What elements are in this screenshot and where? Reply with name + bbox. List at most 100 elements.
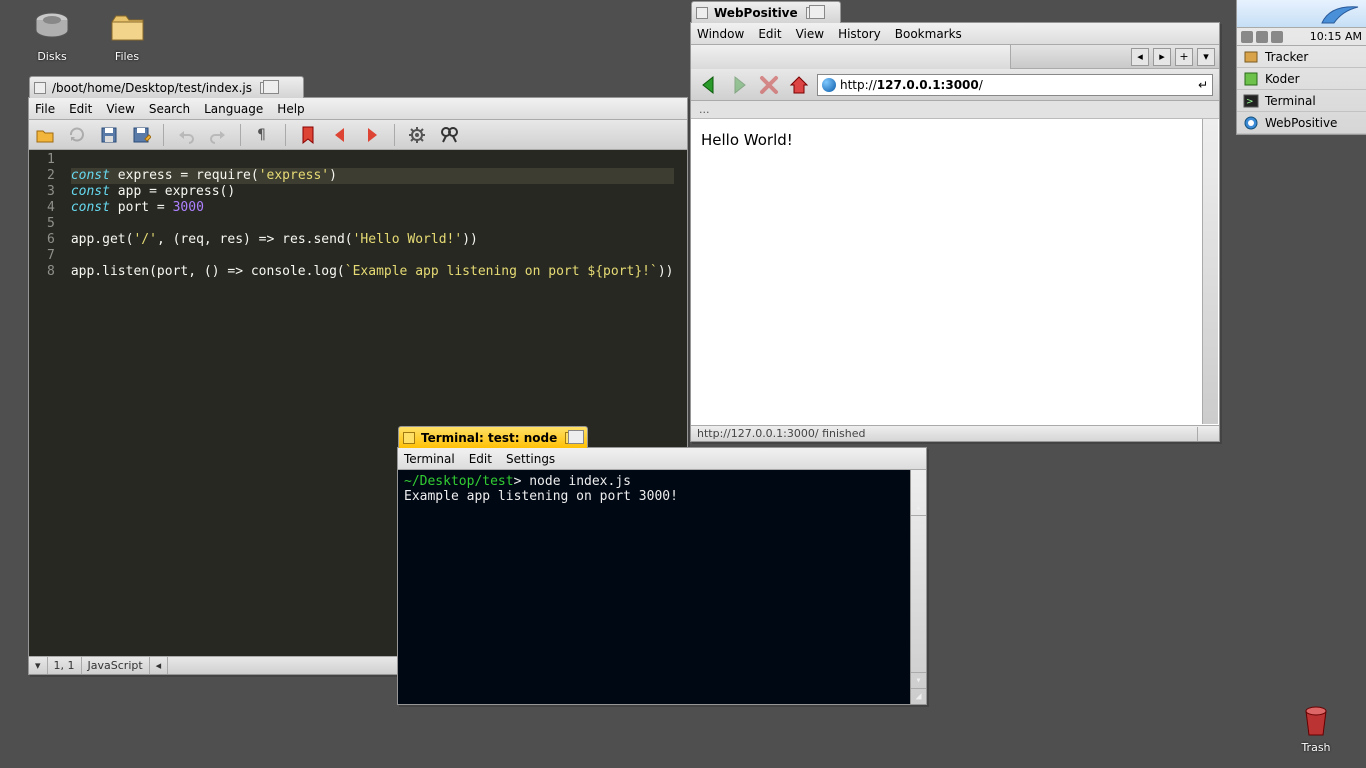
trash-icon [1296,699,1336,739]
zoom-button[interactable] [260,82,274,94]
stop-button[interactable] [757,73,781,97]
close-button[interactable] [403,432,415,444]
webpositive-window: WebPositive Window Edit View History Boo… [690,22,1220,442]
web-menubar: Window Edit View History Bookmarks [691,23,1219,45]
menu-window[interactable]: Window [697,27,744,41]
tray-icons[interactable] [1241,31,1283,43]
webpositive-icon [1243,115,1259,131]
forward-button[interactable] [727,73,751,97]
terminal-menubar: Terminal Edit Settings [398,448,926,470]
whitespace-icon[interactable]: ¶ [253,125,273,145]
deskbar-app-koder[interactable]: Koder [1237,68,1366,90]
tab-scroll-right[interactable]: ▸ [1153,48,1171,66]
web-tabstrip: ◂ ▸ + ▾ [691,45,1219,69]
home-button[interactable] [787,73,811,97]
zoom-button[interactable] [565,432,579,444]
web-scrollbar[interactable] [1202,119,1218,424]
undo-icon[interactable] [176,125,196,145]
prev-bookmark-icon[interactable] [330,125,350,145]
scroll-up-icon[interactable]: ▴ [911,500,926,516]
desktop-icon-disks[interactable]: Disks [20,8,84,63]
svg-text:>: > [1246,97,1254,107]
preferences-icon[interactable] [407,125,427,145]
tab-menu-button[interactable]: ▾ [1197,48,1215,66]
folder-icon [107,8,147,48]
zoom-button[interactable] [806,7,820,19]
desktop-icon-label: Disks [37,50,66,63]
url-bar[interactable]: http://127.0.0.1:3000/ ↵ [817,74,1213,96]
open-icon[interactable] [35,125,55,145]
deskbar: 10:15 AM Tracker Koder > Terminal WebPos… [1236,0,1366,135]
koder-titlebar[interactable]: /boot/home/Desktop/test/index.js [29,76,304,98]
terminal-window: Terminal: test: node Terminal Edit Setti… [397,447,927,705]
desktop-icon-files[interactable]: Files [95,8,159,63]
resize-handle[interactable]: ◢ [911,688,926,704]
desktop-icon-trash[interactable]: Trash [1284,699,1348,754]
go-button[interactable]: ↵ [1198,78,1208,92]
terminal-body[interactable]: ~/Desktop/test> node index.js Example ap… [398,470,926,704]
close-button[interactable] [34,82,46,94]
deskbar-app-tracker[interactable]: Tracker [1237,46,1366,68]
menu-terminal[interactable]: Terminal [404,452,455,466]
deskbar-app-label: Terminal [1265,94,1316,108]
url-text[interactable]: http://127.0.0.1:3000/ [840,78,1194,92]
deskbar-app-terminal[interactable]: > Terminal [1237,90,1366,112]
deskbar-tray: 10:15 AM [1237,28,1366,46]
menu-help[interactable]: Help [277,102,304,116]
browser-tab[interactable] [691,45,1011,69]
koder-title: /boot/home/Desktop/test/index.js [52,81,252,95]
svg-text:¶: ¶ [257,127,266,143]
web-statusbar: http://127.0.0.1:3000/ finished [691,425,1219,441]
menu-edit[interactable]: Edit [758,27,781,41]
desktop-icon-label: Trash [1301,741,1330,754]
terminal-icon: > [1243,93,1259,109]
next-bookmark-icon[interactable] [362,125,382,145]
koder-toolbar: ¶ [29,120,687,150]
resize-handle[interactable] [1197,427,1213,441]
new-tab-button[interactable]: + [1175,48,1193,66]
globe-icon [822,78,836,92]
web-breadcrumb[interactable]: ... [691,101,1219,119]
menu-settings[interactable]: Settings [506,452,555,466]
web-title: WebPositive [714,6,798,20]
koder-menubar: File Edit View Search Language Help [29,98,687,120]
bookmark-icon[interactable] [298,125,318,145]
terminal-scrollbar[interactable]: ▴ ▾ ◢ [910,470,926,704]
menu-view[interactable]: View [796,27,824,41]
find-icon[interactable] [439,125,459,145]
terminal-title: Terminal: test: node [421,431,557,445]
disk-icon [32,8,72,48]
menu-bookmarks[interactable]: Bookmarks [895,27,962,41]
menu-file[interactable]: File [35,102,55,116]
deskbar-leaf-button[interactable] [1237,0,1366,28]
menu-language[interactable]: Language [204,102,263,116]
menu-history[interactable]: History [838,27,881,41]
save-as-icon[interactable] [131,125,151,145]
collapse-icon[interactable]: ▾ [29,657,48,674]
deskbar-app-label: Tracker [1265,50,1308,64]
deskbar-clock[interactable]: 10:15 AM [1310,30,1362,43]
reload-icon[interactable] [67,125,87,145]
deskbar-app-webpositive[interactable]: WebPositive [1237,112,1366,134]
close-button[interactable] [696,7,708,19]
koder-icon [1243,71,1259,87]
menu-view[interactable]: View [106,102,134,116]
web-titlebar[interactable]: WebPositive [691,1,841,23]
tab-scroll-left[interactable]: ◂ [1131,48,1149,66]
scroll-down-icon[interactable]: ▾ [911,672,926,688]
deskbar-app-label: Koder [1265,72,1300,86]
terminal-titlebar[interactable]: Terminal: test: node [398,426,588,448]
web-content[interactable]: Hello World! [691,119,1219,425]
language-indicator[interactable]: JavaScript [82,657,150,674]
menu-search[interactable]: Search [149,102,190,116]
menu-edit[interactable]: Edit [469,452,492,466]
web-nav-toolbar: http://127.0.0.1:3000/ ↵ [691,69,1219,101]
save-icon[interactable] [99,125,119,145]
tracker-icon [1243,49,1259,65]
back-button[interactable] [697,73,721,97]
redo-icon[interactable] [208,125,228,145]
line-gutter: 12345678 [29,150,63,656]
desktop-icon-label: Files [115,50,139,63]
scroll-left-icon[interactable]: ◂ [150,657,169,674]
menu-edit[interactable]: Edit [69,102,92,116]
